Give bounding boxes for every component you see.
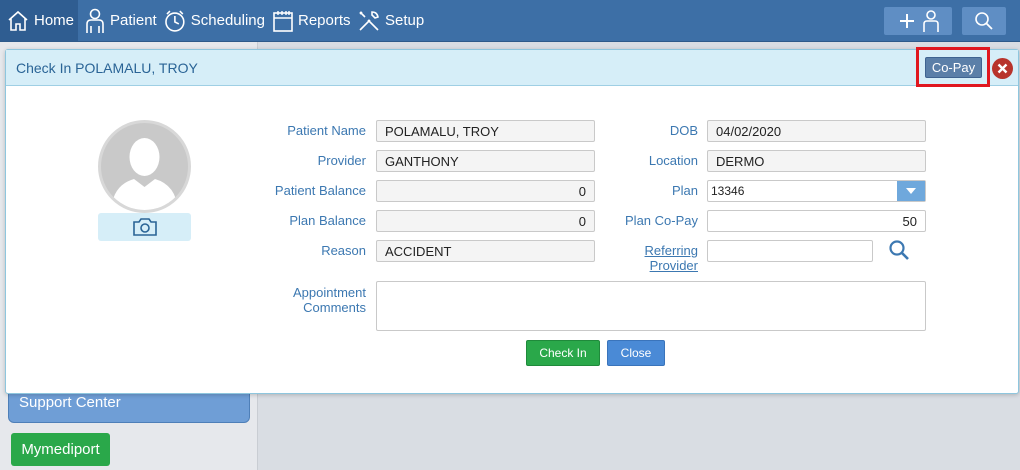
close-button[interactable]: Close: [607, 340, 665, 366]
location-field[interactable]: DERMO: [707, 150, 926, 172]
plan-copay-label: Plan Co-Pay: [625, 213, 698, 228]
appointment-comments-label: Appointment Comments: [246, 285, 366, 315]
magnifier-icon: [889, 240, 909, 260]
nav-reports-label: Reports: [298, 12, 351, 29]
referring-label-line1[interactable]: Referring: [645, 243, 698, 258]
provider-label: Provider: [317, 153, 366, 168]
patient-avatar: [98, 120, 191, 213]
plan-select-value: 13346: [711, 184, 745, 198]
global-search-button[interactable]: [962, 7, 1006, 35]
close-dialog-button[interactable]: [992, 58, 1013, 79]
plan-balance-field[interactable]: 0: [376, 210, 595, 232]
dialog-header: Check In POLAMALU, TROY Co-Pay: [6, 47, 1018, 87]
mymediport-button[interactable]: Mymediport: [11, 433, 110, 466]
plan-balance-label: Plan Balance: [289, 213, 366, 228]
nav-home[interactable]: Home: [0, 0, 78, 41]
reason-field[interactable]: ACCIDENT: [376, 240, 595, 262]
add-patient-icon: [900, 10, 939, 32]
add-patient-button[interactable]: [884, 7, 952, 35]
plan-copay-field[interactable]: 50: [707, 210, 926, 232]
nav-reports[interactable]: Reports: [272, 0, 352, 41]
search-icon: [975, 12, 993, 30]
referring-search-button[interactable]: [888, 239, 910, 264]
patient-name-label: Patient Name: [287, 123, 366, 138]
top-nav-bar: Home Patient Scheduling Reports Setup: [0, 0, 1020, 42]
check-in-dialog: Check In POLAMALU, TROY Co-Pay Patient N…: [5, 47, 1019, 394]
referring-provider-field[interactable]: [707, 240, 873, 262]
calendar-icon: [273, 10, 293, 32]
nav-patient-label: Patient: [110, 12, 157, 29]
avatar-silhouette: [111, 138, 178, 210]
plan-select[interactable]: 13346: [707, 180, 926, 202]
referring-label-line2[interactable]: Provider: [650, 258, 698, 273]
patient-icon: [86, 8, 104, 33]
camera-icon: [132, 218, 157, 236]
dob-field[interactable]: 04/02/2020: [707, 120, 926, 142]
nav-patient[interactable]: Patient: [84, 0, 158, 41]
appointment-comments-field[interactable]: [376, 281, 926, 331]
clock-icon: [165, 10, 185, 32]
reason-label: Reason: [321, 243, 366, 258]
dialog-title: Check In POLAMALU, TROY: [16, 60, 198, 76]
tools-icon: [359, 10, 379, 31]
comments-label-line2: Comments: [303, 300, 366, 315]
location-label: Location: [648, 153, 698, 168]
plan-dropdown-button[interactable]: [897, 181, 925, 201]
dob-label: DOB: [669, 123, 698, 138]
patient-balance-field[interactable]: 0: [376, 180, 595, 202]
nav-home-label: Home: [34, 12, 75, 29]
patient-name-field[interactable]: POLAMALU, TROY: [376, 120, 595, 142]
referring-provider-label[interactable]: Referring Provider: [598, 243, 698, 273]
comments-label-line1: Appointment: [293, 285, 366, 300]
check-in-button[interactable]: Check In: [526, 340, 600, 366]
home-icon: [8, 10, 28, 31]
plan-label: Plan: [671, 183, 698, 198]
copay-button[interactable]: Co-Pay: [925, 57, 982, 78]
close-icon: [997, 63, 1008, 74]
dropdown-arrow-icon: [906, 188, 916, 194]
provider-field[interactable]: GANTHONY: [376, 150, 595, 172]
nav-setup[interactable]: Setup: [357, 0, 427, 41]
take-photo-button[interactable]: [98, 213, 191, 241]
nav-scheduling-label: Scheduling: [190, 12, 265, 29]
nav-setup-label: Setup: [385, 12, 425, 29]
nav-scheduling[interactable]: Scheduling: [163, 0, 265, 41]
patient-balance-label: Patient Balance: [274, 183, 366, 198]
